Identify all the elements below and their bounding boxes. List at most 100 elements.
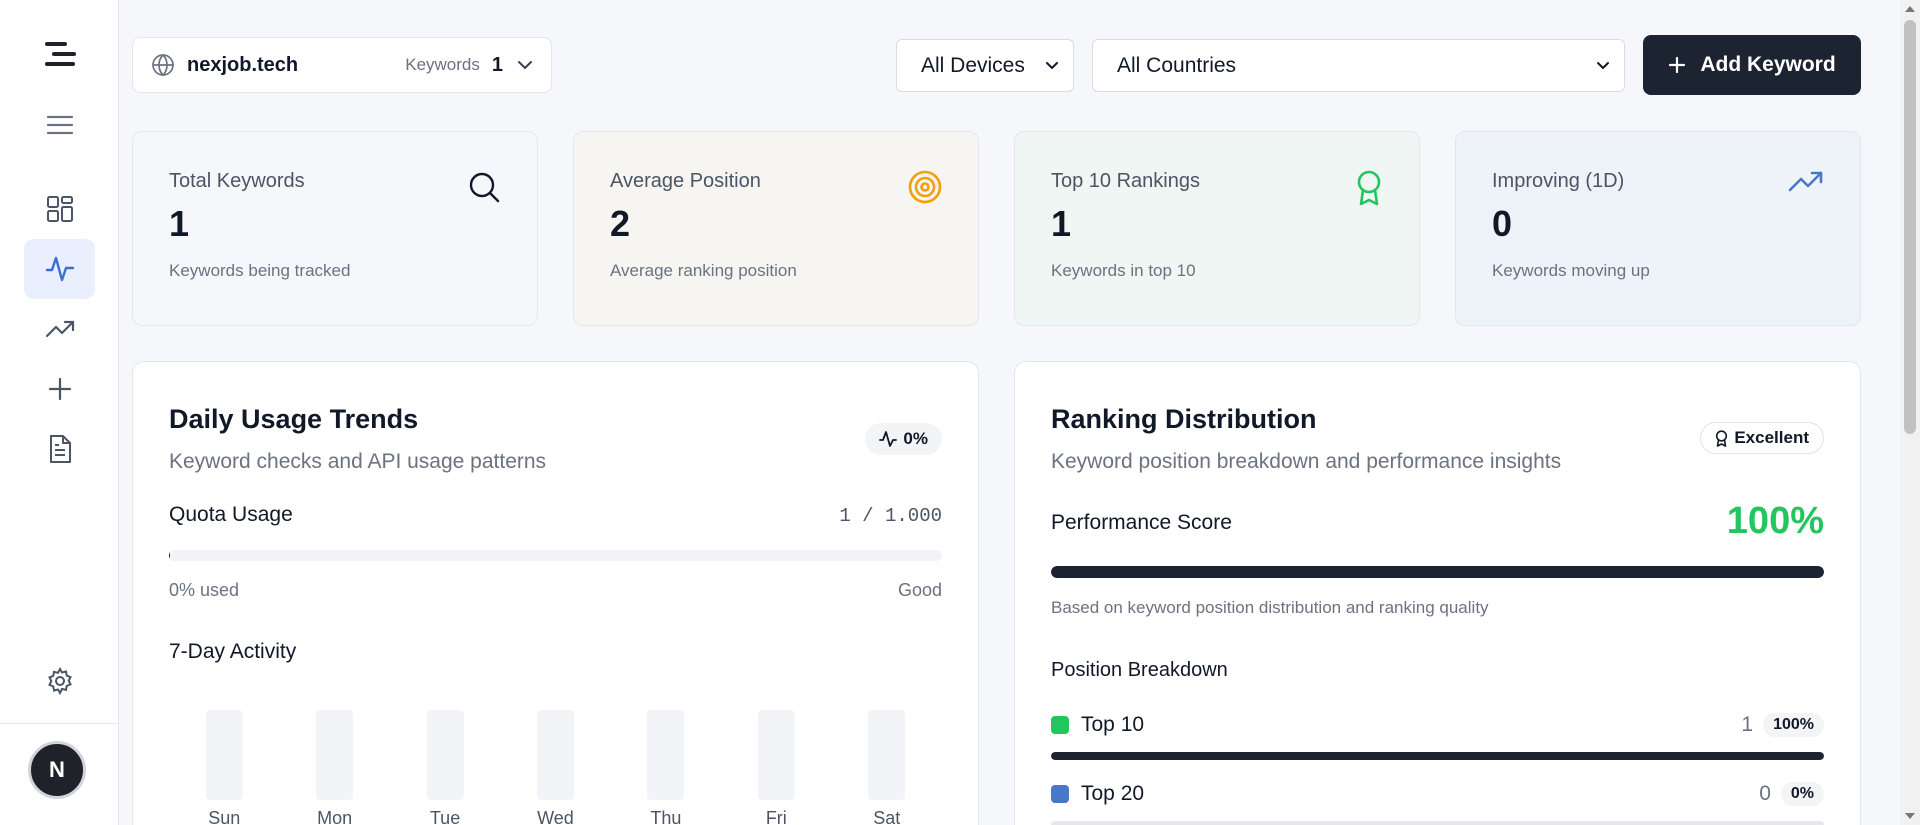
device-filter-value: All Devices	[921, 53, 1025, 77]
daily-usage-panel: Daily Usage Trends Keyword checks and AP…	[132, 361, 979, 825]
award-icon	[1355, 170, 1383, 211]
stat-card-improving: Improving (1D) 0 Keywords moving up	[1455, 131, 1861, 326]
activity-title: 7-Day Activity	[169, 640, 297, 663]
chevron-down-icon	[518, 61, 532, 70]
avatar[interactable]: N	[28, 741, 86, 799]
stat-title: Top 10 Rankings	[1051, 170, 1200, 192]
breakdown-bar-fill	[1051, 752, 1824, 760]
site-selector[interactable]: nexjob.tech Keywords 1	[132, 37, 552, 93]
day-bar	[647, 710, 685, 800]
day-column-sat: Sat	[857, 710, 917, 825]
breakdown-row-top10: Top 10 1 100%	[1051, 710, 1824, 740]
stat-title: Average Position	[610, 170, 761, 192]
stat-title: Total Keywords	[169, 170, 305, 192]
breakdown-row-top20: Top 20 0 0%	[1051, 779, 1824, 809]
stat-value: 0	[1492, 203, 1513, 244]
trend-badge: 0%	[865, 423, 942, 455]
day-bar	[205, 710, 243, 800]
menu-icon[interactable]	[24, 95, 95, 155]
sidebar: N	[0, 0, 119, 825]
day-bar	[426, 710, 464, 800]
plus-icon	[1669, 56, 1686, 74]
panel-subtitle: Keyword checks and API usage patterns	[169, 450, 547, 473]
scroll-down-icon[interactable]	[1905, 813, 1915, 819]
performance-score-label: Performance Score	[1051, 511, 1232, 534]
device-filter-select[interactable]: All Devices	[896, 39, 1074, 92]
panel-title: Ranking Distribution	[1051, 404, 1317, 434]
legend-swatch	[1051, 716, 1069, 734]
performance-note: Based on keyword position distribution a…	[1051, 598, 1489, 617]
day-bar	[536, 710, 574, 800]
stat-subtitle: Keywords being tracked	[169, 261, 351, 280]
activity-icon	[879, 431, 898, 447]
add-keyword-button[interactable]: Add Keyword	[1643, 35, 1861, 95]
performance-score-fill	[1051, 566, 1824, 578]
breakdown-percent: 0%	[1780, 782, 1824, 806]
add-keyword-label: Add Keyword	[1700, 53, 1836, 76]
scroll-up-icon[interactable]	[1905, 6, 1915, 12]
stat-title: Improving (1D)	[1492, 170, 1625, 192]
day-label: Sat	[873, 808, 901, 825]
chevron-down-icon	[1597, 62, 1609, 70]
quota-label: Quota Usage	[169, 503, 293, 526]
stat-value: 1	[169, 203, 190, 244]
logo-icon[interactable]	[24, 24, 95, 84]
stat-value: 1	[1051, 203, 1072, 244]
settings-icon[interactable]	[24, 651, 95, 711]
breakdown-bar-top10	[1051, 752, 1824, 760]
avatar-letter: N	[49, 757, 65, 782]
performance-score-bar	[1051, 566, 1824, 578]
scrollbar-thumb[interactable]	[1904, 20, 1916, 434]
document-icon[interactable]	[24, 419, 95, 479]
trend-badge-value: 0%	[903, 429, 928, 448]
breakdown-label: Top 10	[1081, 713, 1145, 736]
country-filter-select[interactable]: All Countries	[1092, 39, 1625, 92]
sidebar-divider	[0, 723, 119, 724]
dashboard-icon[interactable]	[24, 179, 95, 239]
activity-icon[interactable]	[24, 239, 95, 299]
stat-card-total-keywords: Total Keywords 1 Keywords being tracked	[132, 131, 538, 326]
stat-card-average-position: Average Position 2 Average ranking posit…	[573, 131, 979, 326]
breakdown-count: 0	[1759, 782, 1771, 805]
site-name: nexjob.tech	[187, 53, 299, 76]
vertical-scrollbar[interactable]	[1900, 0, 1920, 825]
quota-value: 1 / 1.000	[839, 505, 942, 527]
stat-subtitle: Keywords moving up	[1492, 261, 1650, 280]
day-label: Fri	[765, 808, 787, 825]
search-icon	[467, 170, 501, 209]
stat-subtitle: Keywords in top 10	[1051, 261, 1196, 280]
stat-subtitle: Average ranking position	[610, 261, 797, 280]
quota-status: Good	[897, 580, 942, 600]
day-column-mon: Mon	[305, 710, 365, 825]
plus-icon[interactable]	[24, 359, 95, 419]
stat-card-top10-rankings: Top 10 Rankings 1 Keywords in top 10	[1014, 131, 1420, 326]
seven-day-activity-chart: Sun Mon Tue Wed Thu Fri Sat	[169, 710, 942, 825]
legend-swatch	[1051, 785, 1069, 803]
quota-progress-fill	[169, 550, 171, 561]
keywords-label: Keywords	[405, 55, 480, 74]
breakdown-count: 1	[1741, 713, 1754, 736]
rating-badge: Excellent	[1700, 422, 1824, 454]
award-icon	[1716, 429, 1728, 447]
day-label: Mon	[317, 808, 353, 825]
breakdown-percent: 100%	[1763, 713, 1824, 737]
quota-progress-bar	[169, 550, 942, 561]
target-icon	[908, 170, 942, 209]
day-bar	[316, 710, 354, 800]
day-label: Thu	[650, 808, 682, 825]
globe-icon	[152, 53, 174, 77]
ranking-distribution-panel: Ranking Distribution Keyword position br…	[1014, 361, 1861, 825]
country-filter-value: All Countries	[1117, 53, 1237, 77]
breakdown-bar-top20	[1051, 821, 1824, 825]
quota-used-text: 0% used	[169, 580, 240, 600]
day-column-tue: Tue	[415, 710, 475, 825]
chevron-down-icon	[1046, 62, 1058, 70]
day-column-sun: Sun	[194, 710, 254, 825]
day-label: Tue	[429, 808, 461, 825]
trending-up-icon	[1788, 170, 1824, 199]
panel-title: Daily Usage Trends	[169, 404, 419, 434]
day-label: Sun	[208, 808, 241, 825]
trending-icon[interactable]	[24, 299, 95, 359]
breakdown-label: Top 20	[1081, 782, 1145, 805]
stat-value: 2	[610, 203, 631, 244]
